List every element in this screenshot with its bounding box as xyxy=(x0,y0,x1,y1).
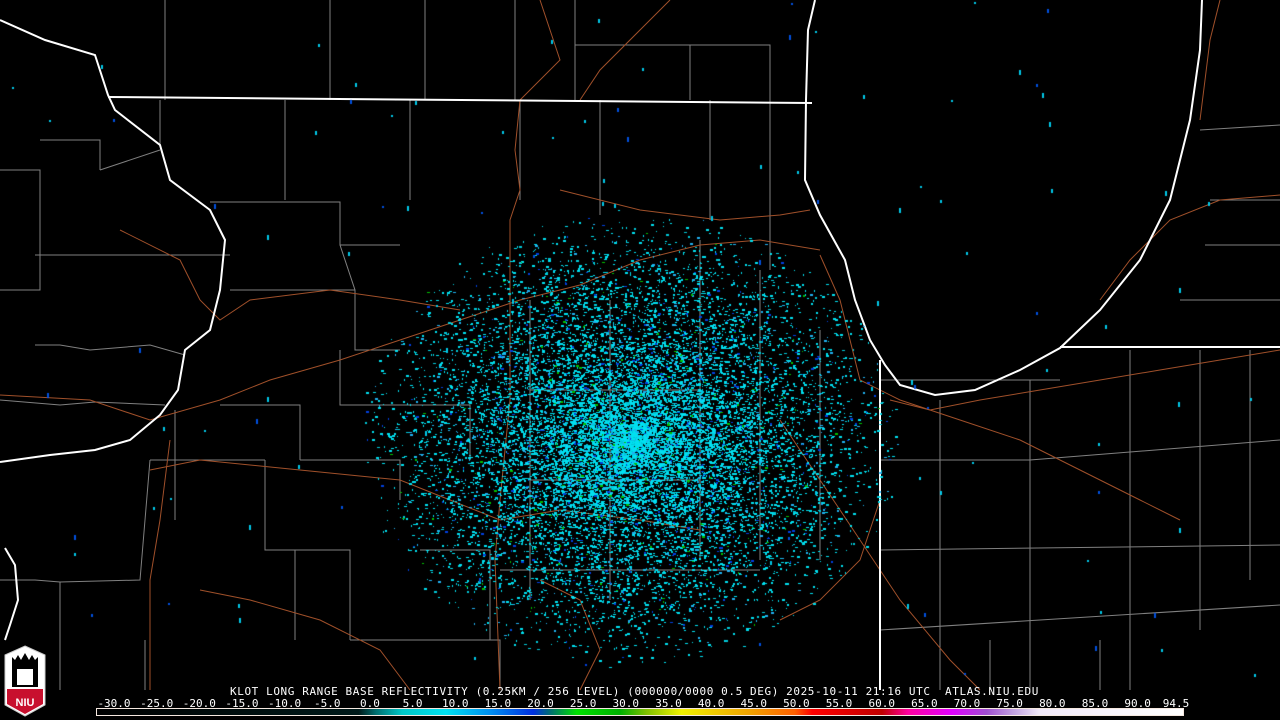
reflectivity-echoes xyxy=(0,0,1280,720)
reflectivity-colorbar xyxy=(96,708,1184,716)
radar-map-view: NIU KLOT LONG RANGE BASE REFLECTIVITY (0… xyxy=(0,0,1280,720)
